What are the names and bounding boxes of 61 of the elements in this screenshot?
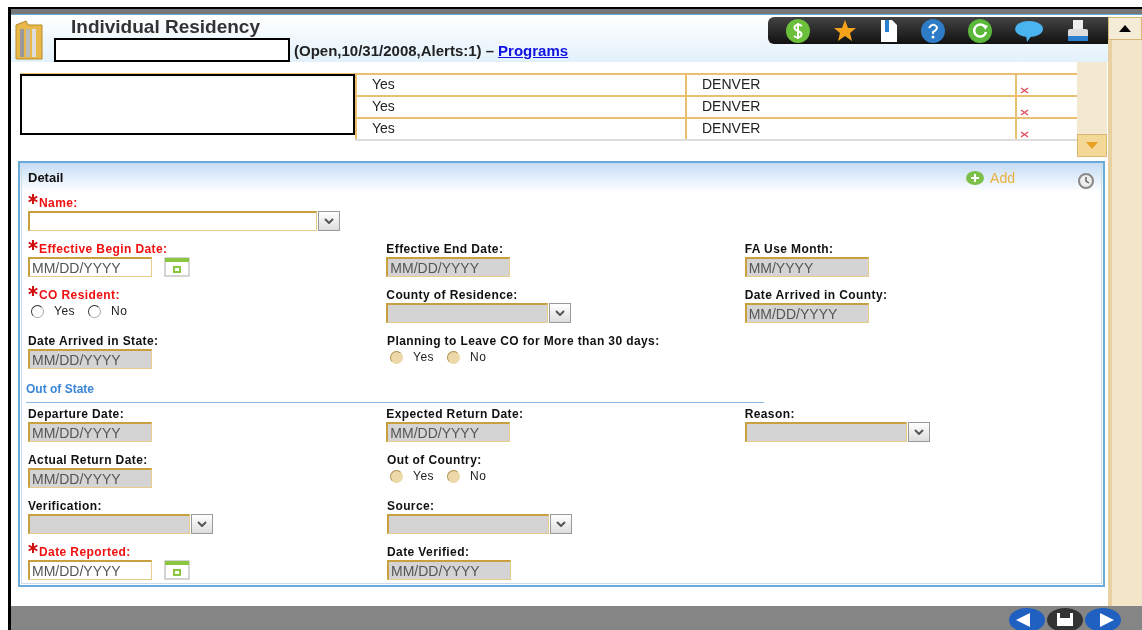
chevron-down-icon	[197, 521, 207, 527]
delete-icon[interactable]	[1020, 109, 1029, 116]
caret-up-icon	[1119, 25, 1131, 32]
panel-title: Detail	[28, 170, 64, 185]
asterisk-icon	[28, 194, 38, 204]
forward-arrow-icon[interactable]	[1084, 606, 1122, 630]
field-label: Departure Date:	[28, 407, 125, 421]
case-status: (Open,10/31/2008,Alerts:1) –	[294, 41, 495, 59]
programs-link[interactable]: Programs	[498, 41, 569, 59]
plus-icon	[966, 170, 985, 185]
radio-option[interactable]: No	[85, 304, 128, 318]
field-label: Source:	[387, 499, 435, 513]
window-title: Individual Residency	[71, 16, 261, 38]
asterisk-icon	[28, 286, 38, 296]
table-cell: Yes	[355, 97, 685, 117]
field-label: Date Verified:	[387, 545, 470, 559]
chevron-down-icon	[324, 218, 334, 224]
field-label: CO Resident:	[39, 288, 120, 302]
history-icon[interactable]	[1077, 172, 1095, 189]
scroll-up-button[interactable]	[1108, 17, 1142, 40]
back-arrow-icon[interactable]	[1008, 606, 1046, 630]
table-cell: DENVER	[685, 75, 1015, 95]
radio-option[interactable]: Yes	[28, 304, 76, 318]
delete-icon[interactable]	[1020, 131, 1029, 138]
delete-icon[interactable]	[1020, 87, 1029, 94]
asterisk-icon	[28, 543, 38, 553]
field-label: Date Arrived in County:	[744, 288, 888, 302]
section-title: Out of State	[26, 382, 95, 396]
field-label: Name:	[39, 196, 78, 210]
field-label: Verification:	[28, 499, 102, 513]
table-cell: Yes	[355, 75, 685, 95]
field-label: Out of Country:	[387, 453, 482, 467]
folder-icon	[14, 19, 44, 63]
chevron-down-icon	[555, 310, 566, 316]
save-icon[interactable]	[1046, 606, 1084, 630]
field-label: Reason:	[744, 407, 795, 421]
table-cell: Yes	[355, 119, 685, 139]
document-icon[interactable]	[878, 17, 899, 44]
chevron-down-icon	[913, 429, 924, 435]
field-label: Date Reported:	[39, 545, 131, 559]
field-label: FA Use Month:	[744, 242, 834, 256]
refresh-icon[interactable]	[967, 17, 994, 44]
date-field[interactable]: MM/DD/YYYY	[28, 257, 152, 277]
field-label: Actual Return Date:	[28, 453, 148, 467]
field-label: Effective Begin Date:	[39, 242, 168, 256]
caret-down-icon	[1086, 142, 1098, 149]
calendar-icon[interactable]	[164, 257, 190, 277]
field-label: Effective End Date:	[386, 242, 504, 256]
field-label: Date Arrived in State:	[28, 334, 159, 348]
dropdown-field[interactable]	[28, 211, 340, 231]
table-cell: DENVER	[685, 97, 1015, 117]
coin-icon[interactable]	[784, 17, 811, 44]
field-label: Planning to Leave CO for More than 30 days:	[387, 334, 660, 348]
date-field[interactable]: MM/DD/YYYY	[28, 560, 152, 580]
field-label: County of Residence:	[386, 288, 518, 302]
table-cell: DENVER	[685, 119, 1015, 139]
calendar-icon[interactable]	[164, 560, 190, 580]
chevron-down-icon	[556, 521, 566, 527]
field-label: Expected Return Date:	[386, 407, 524, 421]
help-icon[interactable]	[920, 17, 946, 44]
asterisk-icon	[28, 240, 38, 250]
